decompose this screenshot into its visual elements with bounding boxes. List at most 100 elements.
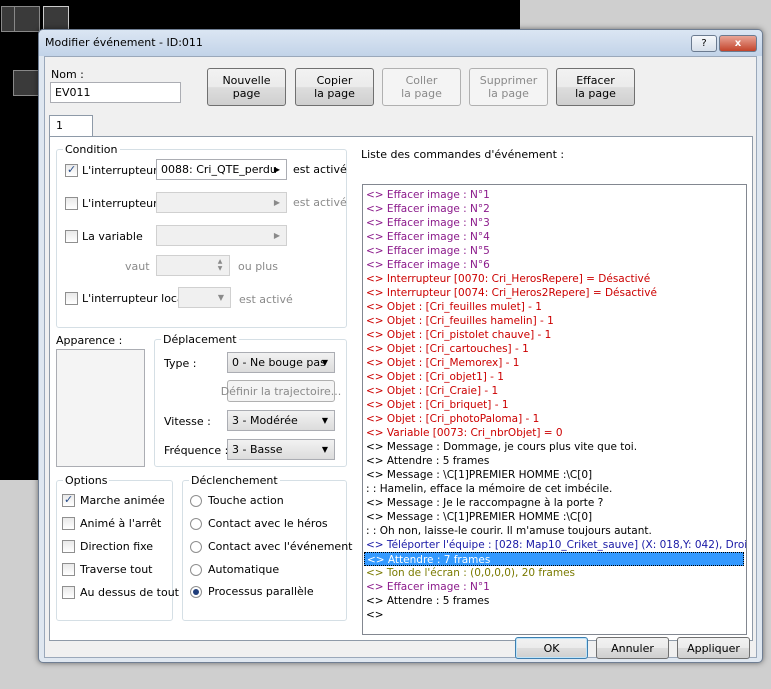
- type-select[interactable]: 0 - Ne bouge pas ▼: [227, 352, 335, 373]
- type-label: Type :: [164, 357, 197, 370]
- trigger-parallel-label: Processus parallèle: [208, 585, 314, 598]
- apply-button[interactable]: Appliquer: [677, 637, 750, 659]
- define-route-button[interactable]: Définir la trajectoire...: [221, 380, 341, 402]
- command-row[interactable]: <> Effacer image : N°1: [366, 188, 490, 202]
- switch2-selector[interactable]: ▶: [156, 192, 287, 213]
- tab-page-1[interactable]: 1: [49, 115, 93, 137]
- trigger-autorun-radio[interactable]: [190, 564, 202, 576]
- local-switch-checkbox[interactable]: [65, 292, 78, 305]
- command-row[interactable]: <> Objet : [Cri_objet1] - 1: [366, 370, 504, 384]
- trigger-title: Déclenchement: [189, 474, 280, 487]
- tile-slot[interactable]: [14, 6, 40, 32]
- appearance-graphic[interactable]: [56, 349, 145, 467]
- direction-fix-label: Direction fixe: [80, 540, 154, 553]
- command-row[interactable]: <> Attendre : 5 frames: [366, 454, 489, 468]
- variable-value-spinner[interactable]: ▲ ▼: [156, 255, 230, 276]
- trigger-event-touch-radio[interactable]: [190, 541, 202, 553]
- delete-page-button[interactable]: Supprimer la page: [469, 68, 548, 106]
- command-row[interactable]: <> Objet : [Cri_feuilles hamelin] - 1: [366, 314, 554, 328]
- command-row[interactable]: <> Effacer image : N°4: [366, 230, 490, 244]
- command-row[interactable]: <> Effacer image : N°1: [366, 580, 490, 594]
- command-row[interactable]: <> Message : Je le raccompagne à la port…: [366, 496, 603, 510]
- command-row[interactable]: <> Message : Dommage, je cours plus vite…: [366, 440, 637, 454]
- local-switch-label: L'interrupteur local: [82, 292, 187, 305]
- frequency-value: 3 - Basse: [232, 443, 283, 456]
- paste-page-button[interactable]: Coller la page: [382, 68, 461, 106]
- command-row[interactable]: <> Effacer image : N°2: [366, 202, 490, 216]
- command-row[interactable]: <> Effacer image : N°3: [366, 216, 490, 230]
- chevron-down-icon: ▼: [217, 293, 225, 302]
- command-row[interactable]: <> Message : \C[1]PREMIER HOMME :\C[0]: [366, 468, 592, 482]
- switch1-suffix: est activé: [293, 163, 347, 176]
- name-label: Nom :: [51, 68, 84, 81]
- ou-plus-label: ou plus: [238, 260, 278, 273]
- command-row[interactable]: : : Oh non, laisse-le courir. Il m'amuse…: [366, 524, 652, 538]
- command-list[interactable]: <> Effacer image : N°1 <> Effacer image :…: [362, 184, 747, 635]
- title-bar: Modifier événement - ID:011 ? x: [39, 30, 762, 56]
- variable-selector[interactable]: ▶: [156, 225, 287, 246]
- speed-select[interactable]: 3 - Modérée ▼: [227, 410, 335, 431]
- trigger-parallel-radio[interactable]: [190, 586, 202, 598]
- speed-value: 3 - Modérée: [232, 414, 298, 427]
- walking-anim-checkbox[interactable]: [62, 493, 75, 507]
- trigger-player-touch-radio[interactable]: [190, 518, 202, 530]
- chevron-down-icon: ▼: [321, 445, 329, 454]
- cancel-button[interactable]: Annuler: [596, 637, 669, 659]
- stepping-anim-checkbox[interactable]: [62, 517, 75, 530]
- speed-label: Vitesse :: [164, 415, 211, 428]
- new-page-button[interactable]: Nouvelle page: [207, 68, 286, 106]
- clear-page-button[interactable]: Effacer la page: [556, 68, 635, 106]
- through-checkbox[interactable]: [62, 563, 75, 576]
- command-row[interactable]: <> Attendre : 7 frames: [364, 552, 744, 566]
- command-row[interactable]: <> Effacer image : N°5: [366, 244, 490, 258]
- command-row[interactable]: <> Message : \C[1]PREMIER HOMME :\C[0]: [366, 510, 592, 524]
- options-title: Options: [63, 474, 110, 487]
- command-row[interactable]: <> Objet : [Cri_Craie] - 1: [366, 384, 498, 398]
- command-row[interactable]: <> Interrupteur [0070: Cri_HerosRepere] …: [366, 272, 650, 286]
- event-editor-dialog: Modifier événement - ID:011 ? x Nom : EV…: [38, 29, 763, 663]
- close-button[interactable]: x: [719, 35, 757, 52]
- arrow-right-icon: ▶: [273, 198, 281, 207]
- name-input[interactable]: EV011: [50, 82, 181, 103]
- ok-button[interactable]: OK: [515, 637, 588, 659]
- variable-checkbox[interactable]: [65, 230, 78, 243]
- local-switch-suffix: est activé: [239, 293, 293, 306]
- switch2-suffix: est activé: [293, 196, 347, 209]
- condition-group: Condition L'interrupteur 0088: Cri_QTE_p…: [56, 143, 347, 328]
- trigger-group: Déclenchement Touche action Contact avec…: [182, 474, 353, 621]
- command-row[interactable]: <> Attendre : 5 frames: [366, 594, 489, 608]
- trigger-autorun-label: Automatique: [208, 563, 280, 576]
- variable-label: La variable: [82, 230, 143, 243]
- trigger-player-touch-label: Contact avec le héros: [208, 517, 328, 530]
- movement-title: Déplacement: [161, 333, 239, 346]
- event-tile[interactable]: [13, 70, 39, 96]
- switch1-selector[interactable]: 0088: Cri_QTE_perdu ▶: [156, 159, 287, 180]
- command-row[interactable]: <> Interrupteur [0074: Cri_Heros2Repere]…: [366, 286, 657, 300]
- always-on-top-checkbox[interactable]: [62, 586, 75, 599]
- copy-page-button[interactable]: Copier la page: [295, 68, 374, 106]
- command-row[interactable]: <> Objet : [Cri_Memorex] - 1: [366, 356, 519, 370]
- command-row[interactable]: <> Ton de l'écran : (0,0,0,0), 20 frames: [366, 566, 575, 580]
- command-row[interactable]: <> Objet : [Cri_cartouches] - 1: [366, 342, 529, 356]
- arrow-right-icon: ▶: [273, 165, 281, 174]
- local-switch-selector[interactable]: ▼: [178, 287, 231, 308]
- command-row[interactable]: <> Objet : [Cri_photoPaloma] - 1: [366, 412, 539, 426]
- command-row[interactable]: <>: [366, 608, 384, 622]
- help-button[interactable]: ?: [691, 35, 717, 52]
- switch1-checkbox[interactable]: [65, 163, 78, 177]
- direction-fix-checkbox[interactable]: [62, 540, 75, 553]
- command-row[interactable]: <> Variable [0073: Cri_nbrObjet] = 0: [366, 426, 563, 440]
- switch2-checkbox[interactable]: [65, 197, 78, 210]
- command-list-label: Liste des commandes d'événement :: [361, 148, 565, 161]
- command-row[interactable]: <> Objet : [Cri_briquet] - 1: [366, 398, 509, 412]
- dialog-client: Nom : EV011 Nouvelle page Copier la page…: [44, 56, 757, 659]
- frequency-select[interactable]: 3 - Basse ▼: [227, 439, 335, 460]
- command-row[interactable]: <> Objet : [Cri_pistolet chauve] - 1: [366, 328, 551, 342]
- command-row[interactable]: <> Objet : [Cri_feuilles mulet] - 1: [366, 300, 542, 314]
- type-value: 0 - Ne bouge pas: [232, 356, 326, 369]
- command-row[interactable]: <> Téléporter l'équipe : [028: Map10_Cri…: [366, 538, 746, 552]
- trigger-action-radio[interactable]: [190, 495, 202, 507]
- command-row[interactable]: <> Effacer image : N°6: [366, 258, 490, 272]
- options-group: Options Marche animée Animé à l'arrêt Di…: [56, 474, 179, 621]
- command-row[interactable]: : : Hamelin, efface la mémoire de cet im…: [366, 482, 612, 496]
